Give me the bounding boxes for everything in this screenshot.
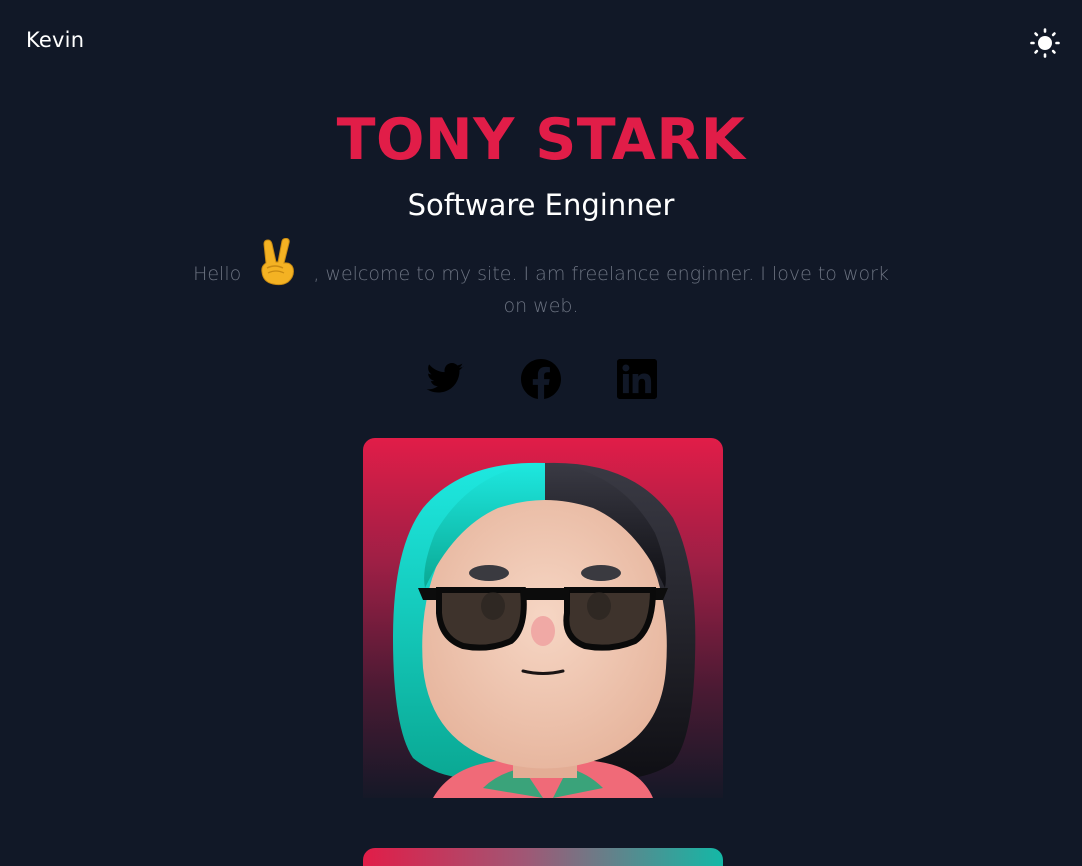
linkedin-icon bbox=[617, 359, 657, 399]
intro-greeting: Hello bbox=[193, 263, 242, 285]
facebook-link[interactable] bbox=[521, 359, 561, 399]
sun-icon bbox=[1030, 28, 1060, 58]
avatar-card bbox=[363, 438, 723, 798]
intro-message: , welcome to my site. I am freelance eng… bbox=[313, 263, 889, 317]
gradient-card bbox=[363, 848, 723, 866]
avatar bbox=[393, 462, 696, 798]
page: Kevin TONY STARK Software Enginner Hello bbox=[0, 0, 1082, 866]
hero-intro: Hello , welcome to my site. I am freelan… bbox=[186, 237, 896, 322]
hero-name: TONY STARK bbox=[336, 107, 746, 173]
theme-toggle-button[interactable] bbox=[1027, 25, 1063, 61]
social-links bbox=[0, 359, 1082, 399]
victory-hand-icon bbox=[255, 237, 299, 286]
twitter-icon bbox=[426, 363, 464, 393]
twitter-link[interactable] bbox=[425, 359, 465, 399]
facebook-icon bbox=[521, 359, 561, 399]
hero-role: Software Enginner bbox=[407, 188, 675, 222]
brand-logo[interactable]: Kevin bbox=[26, 28, 84, 52]
linkedin-link[interactable] bbox=[617, 359, 657, 399]
